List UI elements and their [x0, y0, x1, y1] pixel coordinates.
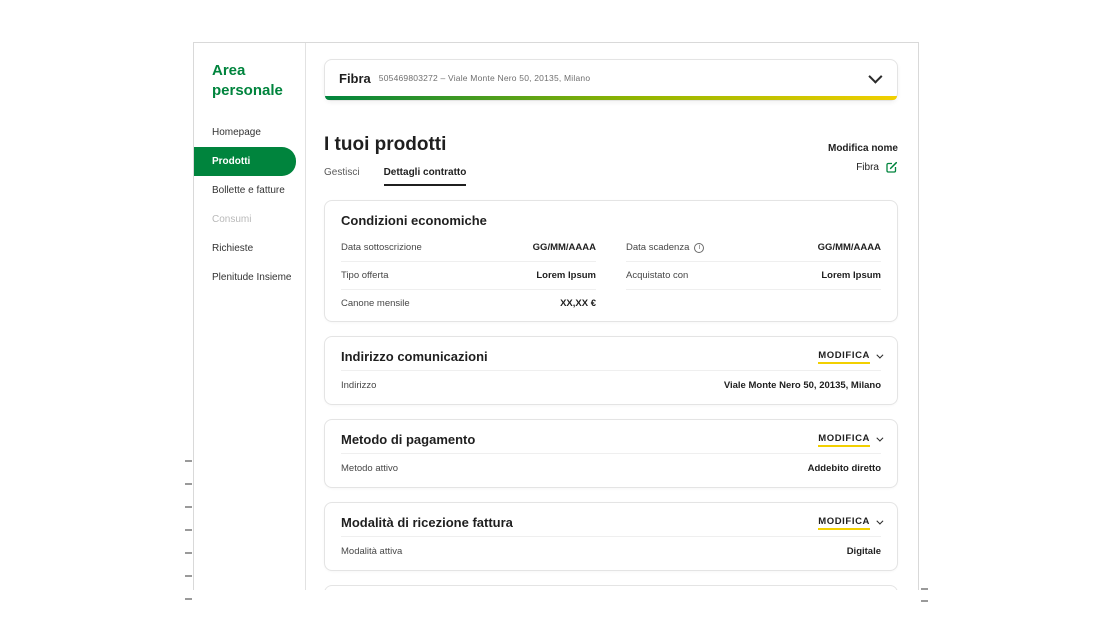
modify-payment-button[interactable]: MODIFICA	[818, 433, 881, 447]
row-value: Lorem Ipsum	[821, 270, 881, 281]
modify-label: MODIFICA	[818, 433, 870, 447]
sidebar-title: Area personale	[194, 53, 305, 118]
card-modalita-ricezione-fattura: Modalità di ricezione fattura MODIFICA M…	[324, 502, 898, 571]
detail-row: Tipo offerta Lorem Ipsum	[341, 262, 596, 290]
pencil-icon[interactable]	[885, 161, 898, 174]
product-name: Fibra	[339, 71, 371, 86]
row-label: Canone mensile	[341, 298, 410, 309]
main-content: Fibra 505469803272 – Viale Monte Nero 50…	[306, 43, 918, 590]
card-title: Modalità di ricezione fattura	[341, 515, 513, 530]
app-window: Area personale Homepage Prodotti Bollett…	[193, 42, 919, 590]
product-code-address: 505469803272 – Viale Monte Nero 50, 2013…	[379, 73, 590, 83]
row-label: Data sottoscrizione	[341, 242, 422, 253]
sidebar-item-prodotti[interactable]: Prodotti	[194, 147, 296, 176]
card-title: Condizioni economiche	[341, 213, 487, 228]
row-label: Tipo offerta	[341, 270, 389, 281]
card-condizioni-economiche: Condizioni economiche Data sottoscrizion…	[324, 200, 898, 322]
card-header: Condizioni economiche	[341, 213, 881, 234]
modify-label: MODIFICA	[818, 516, 870, 530]
detail-row: Canone mensile XX,XX €	[341, 290, 596, 317]
row-label: Indirizzo	[341, 380, 376, 391]
crop-mark	[185, 506, 192, 508]
rename-block: Modifica nome Fibra	[828, 143, 898, 174]
detail-row: Data sottoscrizione GG/MM/AAAA	[341, 234, 596, 262]
sidebar-item-consumi: Consumi	[194, 205, 305, 234]
sidebar-item-bollette-e-fatture[interactable]: Bollette e fatture	[194, 176, 305, 205]
row-label: Data scadenza i	[626, 242, 704, 253]
sidebar-item-label: Consumi	[212, 214, 251, 225]
product-address: – Viale Monte Nero 50, 20135, Milano	[441, 73, 591, 83]
modify-label: MODIFICA	[818, 350, 870, 364]
row-value: Addebito diretto	[808, 463, 881, 474]
sidebar: Area personale Homepage Prodotti Bollett…	[194, 43, 306, 590]
detail-row: Metodo attivo Addebito diretto	[341, 453, 881, 483]
screenshot-canvas: Area personale Homepage Prodotti Bollett…	[0, 0, 1113, 640]
card-partial-next	[324, 585, 898, 590]
crop-mark	[185, 483, 192, 485]
crop-mark	[921, 600, 928, 602]
economics-grid: Data sottoscrizione GG/MM/AAAA Data scad…	[341, 234, 881, 317]
rename-product-row: Fibra	[828, 161, 898, 174]
card-header: Modalità di ricezione fattura MODIFICA	[341, 515, 881, 536]
row-value: Lorem Ipsum	[536, 270, 596, 281]
row-label: Acquistato con	[626, 270, 688, 281]
crop-mark	[185, 598, 192, 600]
card-metodo-di-pagamento: Metodo di pagamento MODIFICA Metodo atti…	[324, 419, 898, 488]
sidebar-item-label: Richieste	[212, 243, 253, 254]
product-selector-dropdown[interactable]: Fibra 505469803272 – Viale Monte Nero 50…	[324, 59, 898, 101]
page-title: I tuoi prodotti	[324, 133, 898, 157]
rename-product-button[interactable]: Modifica nome	[828, 143, 898, 154]
brand-gradient-bar	[325, 96, 897, 100]
row-label-text: Data scadenza	[626, 242, 689, 253]
product-code: 505469803272	[379, 73, 438, 83]
card-header: Indirizzo comunicazioni MODIFICA	[341, 349, 881, 370]
card-title: Metodo di pagamento	[341, 432, 475, 447]
info-icon[interactable]: i	[694, 243, 704, 253]
row-label: Modalità attiva	[341, 546, 402, 557]
crop-mark	[921, 588, 928, 590]
chevron-down-icon	[876, 352, 883, 359]
detail-row: Indirizzo Viale Monte Nero 50, 20135, Mi…	[341, 370, 881, 400]
sidebar-item-label: Bollette e fatture	[212, 185, 285, 196]
card-title: Indirizzo comunicazioni	[341, 349, 488, 364]
card-indirizzo-comunicazioni: Indirizzo comunicazioni MODIFICA Indiriz…	[324, 336, 898, 405]
row-value: GG/MM/AAAA	[818, 242, 881, 253]
crop-mark	[185, 529, 192, 531]
row-value: GG/MM/AAAA	[533, 242, 596, 253]
rename-product-name: Fibra	[856, 162, 879, 173]
chevron-down-icon[interactable]	[868, 70, 882, 84]
detail-row-empty	[626, 290, 881, 317]
sidebar-item-label: Plenitude Insieme	[212, 272, 292, 283]
detail-row: Acquistato con Lorem Ipsum	[626, 262, 881, 290]
crop-mark	[185, 575, 192, 577]
detail-row: Data scadenza i GG/MM/AAAA	[626, 234, 881, 262]
modify-invoice-button[interactable]: MODIFICA	[818, 516, 881, 530]
sidebar-item-homepage[interactable]: Homepage	[194, 118, 305, 147]
crop-mark	[185, 460, 192, 462]
card-header: Metodo di pagamento MODIFICA	[341, 432, 881, 453]
row-value: Viale Monte Nero 50, 20135, Milano	[724, 380, 881, 391]
detail-row: Modalità attiva Digitale	[341, 536, 881, 566]
sidebar-item-label: Homepage	[212, 127, 261, 138]
crop-mark	[185, 552, 192, 554]
row-label: Metodo attivo	[341, 463, 398, 474]
chevron-down-icon	[876, 435, 883, 442]
sidebar-item-richieste[interactable]: Richieste	[194, 234, 305, 263]
sidebar-item-plenitude-insieme[interactable]: Plenitude Insieme	[194, 263, 305, 292]
page-header: I tuoi prodotti Modifica nome Fibra	[324, 133, 898, 157]
row-value: XX,XX €	[560, 298, 596, 309]
tab-gestisci[interactable]: Gestisci	[324, 167, 360, 186]
product-tabs: Gestisci Dettagli contratto	[324, 167, 898, 186]
row-value: Digitale	[847, 546, 881, 557]
modify-address-button[interactable]: MODIFICA	[818, 350, 881, 364]
tab-dettagli-contratto[interactable]: Dettagli contratto	[384, 167, 467, 186]
sidebar-item-label: Prodotti	[212, 156, 250, 167]
chevron-down-icon	[876, 518, 883, 525]
